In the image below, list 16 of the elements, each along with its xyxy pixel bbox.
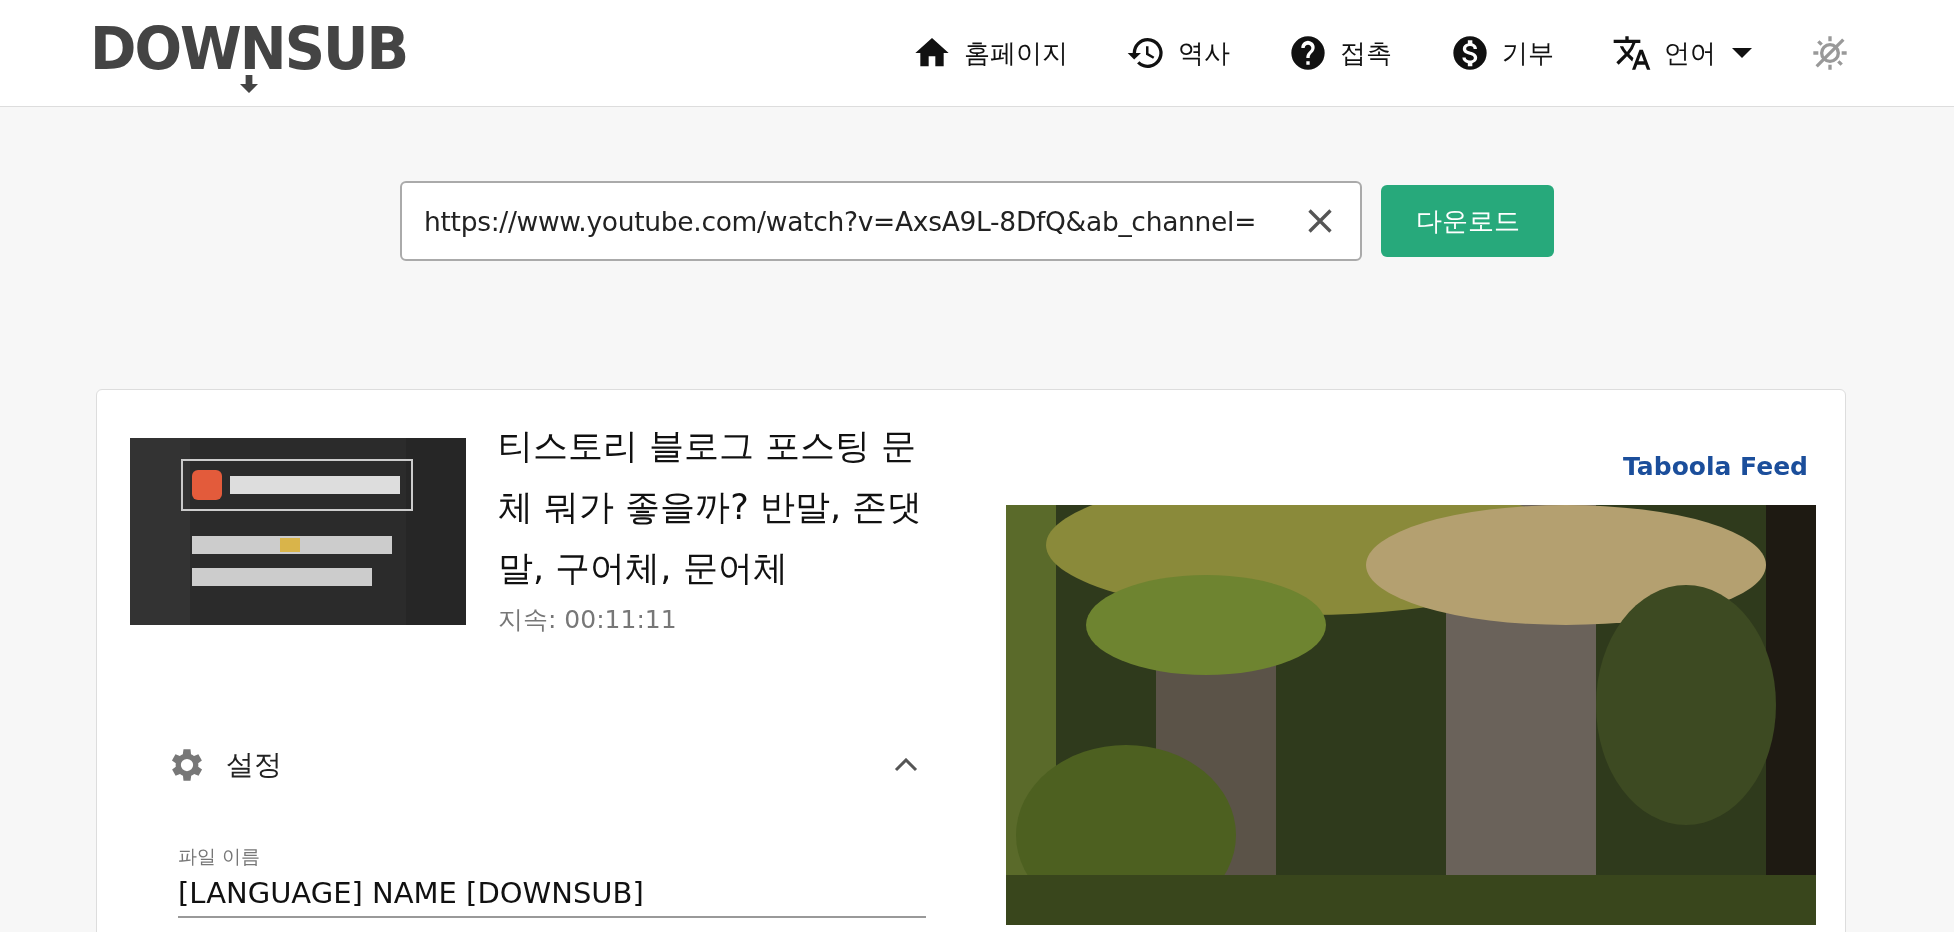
video-title: 티스토리 블로그 포스팅 문체 뭐가 좋을까? 반말, 존댓말, 구어체, 문어체 (498, 425, 924, 590)
site-logo[interactable]: DOWNSUB (90, 17, 408, 93)
nav-link[interactable]: 역사 (1126, 33, 1230, 73)
translate-icon (1612, 33, 1652, 73)
url-input-field[interactable]: https://www.youtube.com/watch?v=AxsA9L-8DfQ&ab_channel= (400, 181, 1362, 261)
nav-link[interactable]: 언어 (1612, 33, 1752, 73)
ad-label[interactable]: Taboola Feed (1623, 452, 1808, 481)
nav-link[interactable]: 기부 (1450, 33, 1554, 73)
filename-input-field[interactable]: 파일 이름 [LANGUAGE] NAME [DOWNSUB] (178, 844, 926, 918)
nav-link[interactable]: 홈페이지 (912, 33, 1068, 73)
settings-header[interactable]: 설정 (166, 744, 926, 786)
video-duration: 지속: 00:11:11 (498, 604, 678, 636)
theme-toggle-icon[interactable] (1810, 33, 1850, 73)
question-icon (1288, 33, 1328, 73)
nav-link[interactable]: 접촉 (1288, 33, 1392, 73)
dollar-icon (1450, 33, 1490, 73)
